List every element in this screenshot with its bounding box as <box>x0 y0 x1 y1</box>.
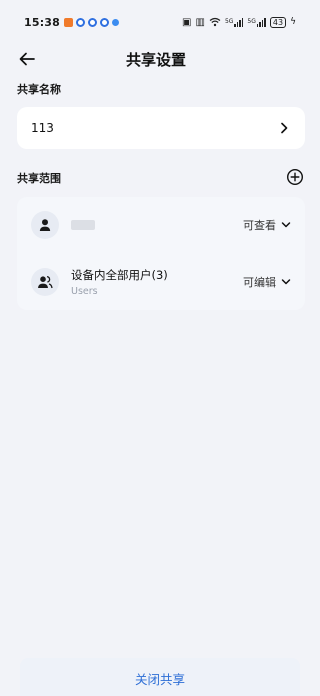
signal-1-icon: 5G <box>224 17 244 27</box>
permission-dropdown[interactable]: 可编辑 <box>243 274 291 290</box>
share-name-label: 共享名称 <box>17 83 61 96</box>
network-type: 5G <box>224 17 234 25</box>
status-bar: 15:38 ▣ ▥ 5G 5G 43 ϟ <box>0 0 312 44</box>
chevron-down-icon <box>281 222 291 228</box>
share-name-field[interactable]: 113 <box>17 107 305 149</box>
app-notification-icon <box>76 17 86 27</box>
chevron-right-icon <box>281 122 288 134</box>
arrow-left-icon <box>19 52 35 66</box>
close-share-button[interactable]: 关闭共享 <box>20 658 300 696</box>
close-share-label: 关闭共享 <box>134 671 185 687</box>
app-notification-icon <box>100 17 110 27</box>
permission-label: 可编辑 <box>243 276 276 289</box>
permission-dropdown[interactable]: 可查看 <box>243 217 291 233</box>
wifi-icon <box>209 17 221 27</box>
signal-2-icon: 5G <box>247 17 266 27</box>
status-right: ▣ ▥ 5G 5G 43 ϟ <box>182 16 296 28</box>
avatar <box>31 268 59 296</box>
charging-icon: ϟ <box>290 17 296 27</box>
battery-level: 43 <box>269 16 287 28</box>
user-subtitle: Users <box>71 286 98 297</box>
people-icon <box>38 275 53 289</box>
status-time: 15:38 <box>24 15 61 29</box>
share-name-value: 113 <box>31 121 54 135</box>
user-info <box>71 220 95 230</box>
notification-icons <box>64 17 120 27</box>
share-scope-label: 共享范围 <box>17 172 61 185</box>
user-row[interactable]: 可查看 <box>17 200 305 250</box>
user-row[interactable]: 设备内全部用户(3) Users 可编辑 <box>17 257 305 307</box>
user-name: 设备内全部用户(3) <box>71 268 168 282</box>
page-title: 共享设置 <box>125 50 186 69</box>
nfc-icon: ▣ <box>182 16 192 28</box>
plus-circle-icon <box>286 168 304 186</box>
person-icon <box>39 219 51 231</box>
app-notification-icon <box>88 17 98 27</box>
share-scope-list: 可查看 设备内全部用户(3) Users 可编辑 <box>17 197 305 310</box>
avatar <box>31 211 59 239</box>
app-notification-icon <box>64 17 74 27</box>
network-type: 5G <box>247 17 256 25</box>
redacted-user-name <box>71 220 95 230</box>
header: 共享设置 <box>0 44 312 74</box>
permission-label: 可查看 <box>243 219 276 232</box>
vibrate-icon: ▥ <box>195 16 205 28</box>
chevron-down-icon <box>281 279 291 285</box>
user-info: 设备内全部用户(3) Users <box>71 267 168 297</box>
back-button[interactable] <box>16 48 38 70</box>
add-user-button[interactable] <box>286 168 304 186</box>
app-notification-icon <box>112 18 120 26</box>
